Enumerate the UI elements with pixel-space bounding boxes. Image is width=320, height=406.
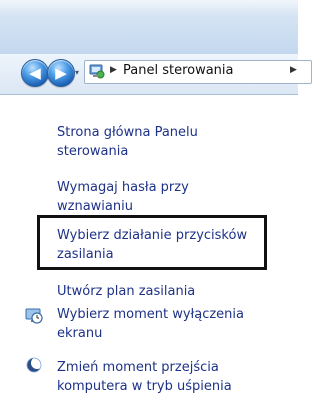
link-line: Strona główna Panelu (57, 125, 198, 140)
sidebar-link-sleep-time[interactable]: Zmień moment przejścia komputera w tryb … (57, 358, 232, 396)
breadcrumb-control-panel[interactable]: Panel sterowania (123, 63, 234, 78)
breadcrumb-separator[interactable]: ▶ (110, 65, 117, 75)
control-panel-window: ◀ ▶ ▾ ▶ Panel sterowania ▶ Strona główna… (0, 0, 312, 406)
display-timer-icon (25, 308, 43, 324)
sidebar-link-control-panel-home[interactable]: Strona główna Panelu sterowania (57, 123, 198, 161)
link-line: Wybierz moment wyłączenia (57, 307, 245, 322)
sidebar-link-create-power-plan[interactable]: Utwórz plan zasilania (57, 282, 195, 301)
sleep-moon-icon (26, 357, 43, 373)
control-panel-icon (89, 64, 105, 79)
link-line: Zmień moment przejścia (57, 360, 219, 375)
forward-button[interactable]: ▶ (47, 59, 75, 87)
link-line: wznawianiu (57, 199, 133, 214)
back-arrow-icon: ◀ (29, 63, 41, 82)
link-line: Utwórz plan zasilania (57, 284, 196, 299)
highlight-frame (37, 215, 267, 270)
link-line: komputera w tryb uśpienia (57, 379, 232, 394)
link-line: Wymagaj hasła przy (57, 180, 189, 195)
window-frame-top (0, 0, 298, 55)
sidebar-link-display-off-time[interactable]: Wybierz moment wyłączenia ekranu (57, 305, 244, 343)
link-line: ekranu (57, 326, 103, 341)
recent-pages-dropdown-icon[interactable]: ▾ (75, 68, 79, 77)
breadcrumb-separator[interactable]: ▶ (290, 65, 297, 75)
sidebar-link-require-password[interactable]: Wymagaj hasła przy wznawianiu (57, 178, 189, 216)
link-line: sterowania (57, 144, 129, 159)
back-button[interactable]: ◀ (21, 59, 49, 87)
forward-arrow-icon: ▶ (55, 63, 67, 82)
